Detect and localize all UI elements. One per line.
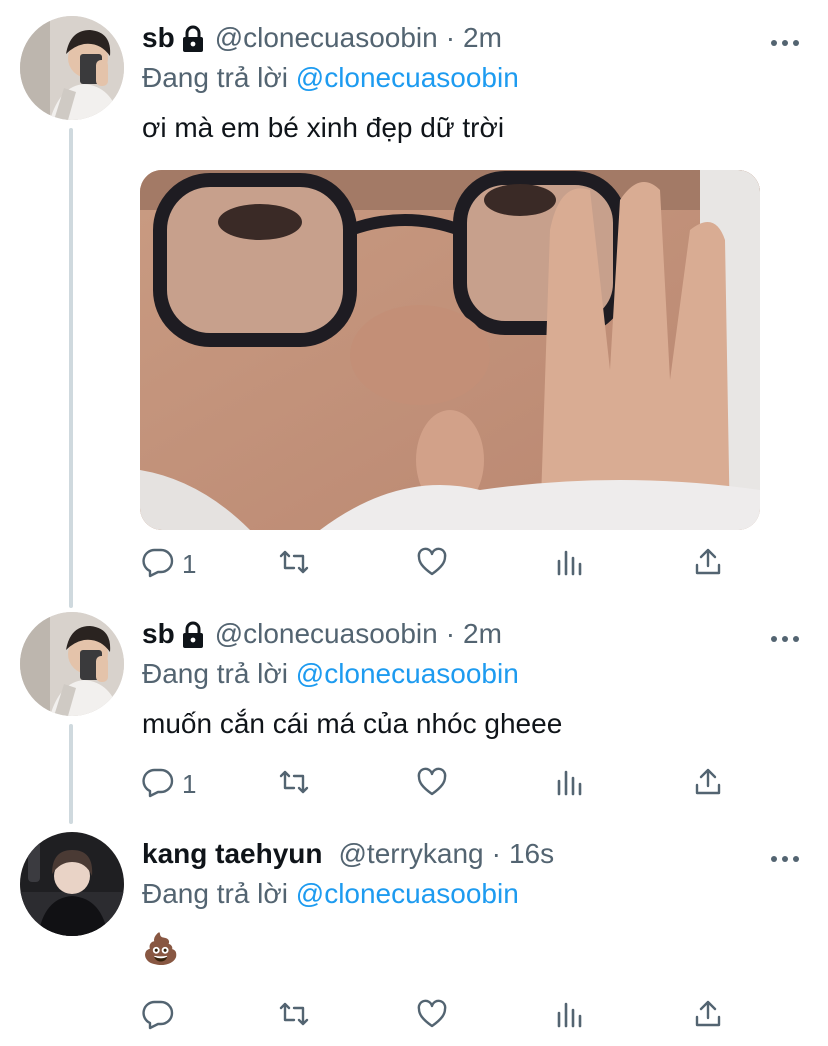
like-button[interactable]: [416, 544, 448, 584]
separator: ·: [491, 838, 501, 869]
timestamp[interactable]: 16s: [509, 834, 554, 874]
avatar[interactable]: [20, 832, 124, 936]
replying-to-label: Đang trả lời: [142, 658, 288, 689]
share-icon: [692, 998, 724, 1035]
timestamp[interactable]: 2m: [463, 18, 502, 58]
mention-link[interactable]: @clonecuasoobin: [296, 658, 519, 689]
reply-count: 1: [182, 548, 197, 579]
retweet-button[interactable]: [278, 544, 310, 584]
lock-icon: [181, 620, 205, 648]
like-button[interactable]: [416, 764, 448, 804]
share-button[interactable]: [692, 544, 724, 584]
retweet-icon: [278, 766, 310, 803]
display-name[interactable]: sb: [142, 614, 175, 654]
tweet-text: ơi mà em bé xinh đẹp dữ trời: [142, 112, 505, 143]
reply-button[interactable]: [142, 996, 174, 1036]
replying-to: Đang trả lời @clonecuasoobin: [142, 58, 808, 98]
more-icon[interactable]: [770, 630, 800, 642]
analytics-icon: [554, 998, 586, 1035]
retweet-icon: [278, 998, 310, 1035]
tweet-header: sb @clonecuasoobin · 2m: [142, 18, 808, 58]
analytics-button[interactable]: [554, 996, 586, 1036]
separator: ·: [445, 22, 456, 53]
more-icon[interactable]: [770, 850, 800, 862]
reply-icon: [142, 998, 174, 1035]
like-button[interactable]: [416, 996, 448, 1036]
handle[interactable]: @clonecuasoobin: [215, 18, 438, 58]
reply-button[interactable]: 1: [142, 544, 196, 584]
share-icon: [692, 546, 724, 583]
display-name[interactable]: kang taehyun: [142, 834, 322, 874]
analytics-icon: [554, 766, 586, 803]
mention-link[interactable]: @clonecuasoobin: [296, 62, 519, 93]
replying-to: Đang trả lời @clonecuasoobin: [142, 874, 808, 914]
tweet-image[interactable]: [140, 170, 760, 530]
avatar[interactable]: [20, 612, 124, 716]
like-icon: [416, 546, 448, 583]
handle[interactable]: @terrykang: [338, 834, 483, 874]
tweet[interactable]: sb @clonecuasoobin · 2m Đang trả lời @cl…: [0, 596, 828, 816]
separator: ·: [445, 618, 456, 649]
tweet-actions: 1: [142, 764, 742, 804]
retweet-icon: [278, 546, 310, 583]
reply-button[interactable]: 1: [142, 764, 196, 804]
like-icon: [416, 766, 448, 803]
replying-to-label: Đang trả lời: [142, 878, 288, 909]
reply-icon: [142, 766, 174, 803]
reply-icon: [142, 546, 174, 583]
tweet-header: kang taehyun @terrykang · 16s: [142, 834, 808, 874]
handle[interactable]: @clonecuasoobin: [215, 614, 438, 654]
share-button[interactable]: [692, 996, 724, 1036]
replying-to: Đang trả lời @clonecuasoobin: [142, 654, 808, 694]
timestamp[interactable]: 2m: [463, 614, 502, 654]
tweet-text: 💩: [142, 933, 180, 966]
lock-icon: [181, 24, 205, 52]
analytics-button[interactable]: [554, 764, 586, 804]
tweet-actions: [142, 996, 742, 1036]
share-button[interactable]: [692, 764, 724, 804]
tweet-text: muốn cắn cái má của nhóc gheee: [142, 708, 563, 739]
more-icon[interactable]: [770, 34, 800, 46]
tweet[interactable]: kang taehyun @terrykang · 16s Đang trả l…: [0, 816, 828, 1046]
tweet[interactable]: sb @clonecuasoobin · 2m Đang trả lời @cl…: [0, 0, 828, 600]
retweet-button[interactable]: [278, 996, 310, 1036]
tweet-header: sb @clonecuasoobin · 2m: [142, 614, 808, 654]
like-icon: [416, 998, 448, 1035]
retweet-button[interactable]: [278, 764, 310, 804]
share-icon: [692, 766, 724, 803]
display-name[interactable]: sb: [142, 18, 175, 58]
reply-count: 1: [182, 768, 197, 799]
tweet-actions: 1: [142, 544, 742, 584]
analytics-icon: [554, 546, 586, 583]
mention-link[interactable]: @clonecuasoobin: [296, 878, 519, 909]
analytics-button[interactable]: [554, 544, 586, 584]
avatar[interactable]: [20, 16, 124, 120]
replying-to-label: Đang trả lời: [142, 62, 288, 93]
